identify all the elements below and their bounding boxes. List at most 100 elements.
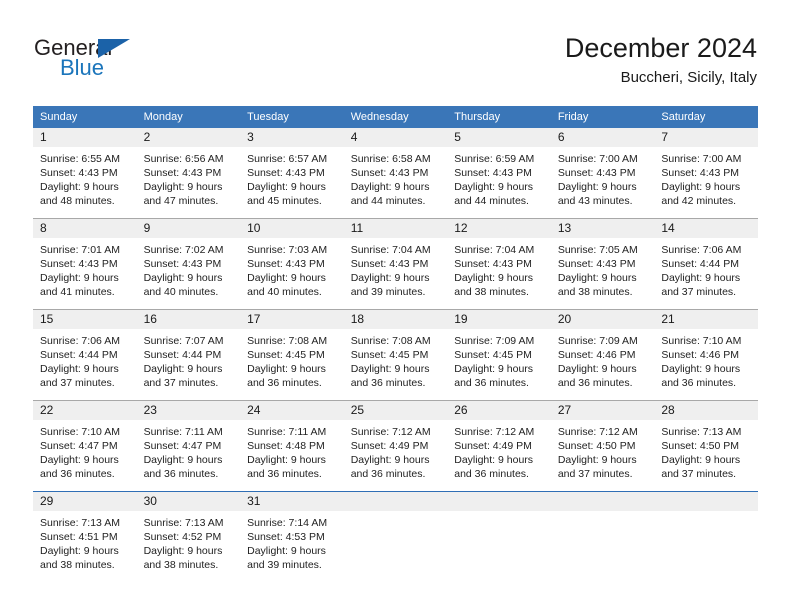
sunset-text: Sunset: 4:43 PM [557, 167, 636, 179]
calendar-day-cell[interactable]: 11 Sunrise: 7:04 AM Sunset: 4:43 PM Dayligh… [343, 218, 448, 310]
day-number: 21 [654, 310, 758, 329]
calendar-day-cell[interactable]: 15 Sunrise: 7:06 AM Sunset: 4:44 PM Dayligh… [33, 309, 137, 401]
calendar-day-cell[interactable]: 16 Sunrise: 7:07 AM Sunset: 4:44 PM Dayligh… [136, 309, 241, 401]
sunrise-text: Sunrise: 7:10 AM [661, 335, 742, 347]
calendar-day-cell[interactable]: 3 Sunrise: 6:57 AM Sunset: 4:43 PM Daylight… [240, 128, 344, 219]
sunrise-text: Sunrise: 6:56 AM [143, 153, 224, 165]
calendar-day-cell[interactable]: 29 Sunrise: 7:13 AM Sunset: 4:51 PM Dayligh… [33, 491, 137, 582]
sunset-text: Sunset: 4:49 PM [454, 440, 532, 452]
calendar-day-cell[interactable]: 6 Sunrise: 7:00 AM Sunset: 4:43 PM Daylight… [550, 128, 655, 219]
daylight-text-line2: and 37 minutes. [143, 377, 219, 389]
calendar-day-cell[interactable]: 21 Sunrise: 7:10 AM Sunset: 4:46 PM Dayligh… [654, 309, 758, 401]
daylight-text-line1: Daylight: 9 hours [247, 272, 326, 284]
daylight-text-line2: and 40 minutes. [143, 286, 219, 298]
calendar-day-cell[interactable]: 31 Sunrise: 7:14 AM Sunset: 4:53 PM Dayligh… [240, 491, 344, 582]
calendar-grid: Sunday Monday Tuesday Wednesday Thursday… [33, 106, 758, 582]
daylight-text-line2: and 39 minutes. [247, 559, 322, 571]
calendar-day-cell[interactable]: 24 Sunrise: 7:11 AM Sunset: 4:48 PM Dayligh… [240, 400, 344, 492]
daylight-text-line1: Daylight: 9 hours [40, 181, 119, 193]
daylight-text-line2: and 36 minutes. [661, 377, 737, 389]
sunrise-text: Sunrise: 7:13 AM [40, 517, 120, 529]
day-details: Sunrise: 7:06 AM Sunset: 4:44 PM Daylight:… [33, 329, 137, 390]
sunset-text: Sunset: 4:52 PM [143, 531, 222, 543]
calendar-day-cell[interactable]: 26 Sunrise: 7:12 AM Sunset: 4:49 PM Dayligh… [447, 400, 551, 492]
day-details: Sunrise: 7:06 AM Sunset: 4:44 PM Daylight:… [654, 238, 758, 299]
calendar-day-cell[interactable]: 13 Sunrise: 7:05 AM Sunset: 4:43 PM Dayligh… [550, 218, 655, 310]
weekday-header-sunday: Sunday [33, 106, 137, 128]
daylight-text-line1: Daylight: 9 hours [661, 181, 741, 193]
calendar-day-cell[interactable]: 5 Sunrise: 6:59 AM Sunset: 4:43 PM Daylight… [447, 128, 551, 219]
day-number: 20 [550, 310, 655, 329]
weekday-header-tuesday: Tuesday [240, 106, 344, 128]
daylight-text-line1: Daylight: 9 hours [350, 363, 430, 375]
sunset-text: Sunset: 4:49 PM [350, 440, 429, 452]
calendar-day-cell[interactable]: 4 Sunrise: 6:58 AM Sunset: 4:43 PM Daylight… [343, 128, 448, 219]
calendar-day-cell-empty [343, 491, 448, 582]
sunrise-text: Sunrise: 7:08 AM [247, 335, 328, 347]
calendar-day-cell[interactable]: 9 Sunrise: 7:02 AM Sunset: 4:43 PM Daylight… [136, 218, 241, 310]
calendar-day-cell[interactable]: 28 Sunrise: 7:13 AM Sunset: 4:50 PM Dayligh… [654, 400, 758, 492]
day-number: 7 [654, 128, 758, 147]
day-number: 30 [136, 492, 241, 511]
sunset-text: Sunset: 4:46 PM [661, 349, 740, 361]
sunset-text: Sunset: 4:45 PM [454, 349, 532, 361]
calendar-day-cell[interactable]: 17 Sunrise: 7:08 AM Sunset: 4:45 PM Dayligh… [240, 309, 344, 401]
sunrise-text: Sunrise: 7:03 AM [247, 244, 328, 256]
calendar-day-cell[interactable]: 23 Sunrise: 7:11 AM Sunset: 4:47 PM Dayligh… [136, 400, 241, 492]
daylight-text-line2: and 36 minutes. [557, 377, 633, 389]
calendar-day-cell[interactable]: 8 Sunrise: 7:01 AM Sunset: 4:43 PM Daylight… [33, 218, 137, 310]
calendar-day-cell[interactable]: 25 Sunrise: 7:12 AM Sunset: 4:49 PM Dayligh… [343, 400, 448, 492]
sunrise-text: Sunrise: 7:08 AM [350, 335, 431, 347]
calendar-day-cell[interactable]: 19 Sunrise: 7:09 AM Sunset: 4:45 PM Dayligh… [447, 309, 551, 401]
weekday-header-wednesday: Wednesday [343, 106, 448, 128]
page-subtitle: Buccheri, Sicily, Italy [620, 69, 757, 86]
calendar-day-cell[interactable]: 22 Sunrise: 7:10 AM Sunset: 4:47 PM Dayligh… [33, 400, 137, 492]
day-details: Sunrise: 7:00 AM Sunset: 4:43 PM Daylight:… [551, 147, 655, 208]
daylight-text-line2: and 37 minutes. [557, 468, 633, 480]
calendar-day-cell[interactable]: 30 Sunrise: 7:13 AM Sunset: 4:52 PM Dayligh… [136, 491, 241, 582]
daylight-text-line1: Daylight: 9 hours [143, 181, 223, 193]
daylight-text-line1: Daylight: 9 hours [350, 272, 430, 284]
sunset-text: Sunset: 4:53 PM [247, 531, 325, 543]
daylight-text-line2: and 38 minutes. [143, 559, 219, 571]
day-number [654, 492, 758, 511]
day-number: 18 [343, 310, 448, 329]
day-details: Sunrise: 7:04 AM Sunset: 4:43 PM Daylight:… [344, 238, 448, 299]
day-number [550, 492, 655, 511]
calendar-day-cell[interactable]: 10 Sunrise: 7:03 AM Sunset: 4:43 PM Dayligh… [240, 218, 344, 310]
day-number: 27 [550, 401, 655, 420]
calendar-day-cell[interactable]: 14 Sunrise: 7:06 AM Sunset: 4:44 PM Dayligh… [654, 218, 758, 310]
daylight-text-line2: and 48 minutes. [40, 195, 115, 207]
sunrise-text: Sunrise: 7:05 AM [557, 244, 638, 256]
sunset-text: Sunset: 4:43 PM [350, 258, 429, 270]
daylight-text-line1: Daylight: 9 hours [143, 454, 223, 466]
day-number: 1 [33, 128, 137, 147]
sunrise-text: Sunrise: 7:09 AM [454, 335, 535, 347]
day-number: 11 [343, 219, 448, 238]
daylight-text-line1: Daylight: 9 hours [247, 181, 326, 193]
calendar-day-cell[interactable]: 27 Sunrise: 7:12 AM Sunset: 4:50 PM Dayligh… [550, 400, 655, 492]
general-blue-logo[interactable]: General Blue [34, 36, 164, 84]
daylight-text-line2: and 36 minutes. [454, 468, 529, 480]
calendar-day-cell[interactable]: 20 Sunrise: 7:09 AM Sunset: 4:46 PM Dayligh… [550, 309, 655, 401]
day-number: 6 [550, 128, 655, 147]
calendar-day-cell[interactable]: 7 Sunrise: 7:00 AM Sunset: 4:43 PM Daylight… [654, 128, 758, 219]
sunset-text: Sunset: 4:43 PM [143, 167, 222, 179]
daylight-text-line2: and 41 minutes. [40, 286, 115, 298]
daylight-text-line1: Daylight: 9 hours [350, 181, 430, 193]
daylight-text-line1: Daylight: 9 hours [557, 454, 637, 466]
calendar-day-cell[interactable]: 12 Sunrise: 7:04 AM Sunset: 4:43 PM Dayligh… [447, 218, 551, 310]
daylight-text-line1: Daylight: 9 hours [143, 363, 223, 375]
day-details: Sunrise: 6:59 AM Sunset: 4:43 PM Daylight:… [447, 147, 551, 208]
calendar-day-cell[interactable]: 18 Sunrise: 7:08 AM Sunset: 4:45 PM Dayligh… [343, 309, 448, 401]
calendar-day-cell[interactable]: 1 Sunrise: 6:55 AM Sunset: 4:43 PM Daylight… [33, 128, 137, 219]
sunrise-text: Sunrise: 7:01 AM [40, 244, 120, 256]
day-number: 9 [136, 219, 241, 238]
calendar-day-cell[interactable]: 2 Sunrise: 6:56 AM Sunset: 4:43 PM Daylight… [136, 128, 241, 219]
daylight-text-line1: Daylight: 9 hours [454, 363, 534, 375]
day-number: 24 [240, 401, 344, 420]
daylight-text-line2: and 37 minutes. [661, 468, 737, 480]
sunrise-text: Sunrise: 6:58 AM [350, 153, 431, 165]
sunrise-text: Sunrise: 7:04 AM [454, 244, 535, 256]
day-details: Sunrise: 7:12 AM Sunset: 4:50 PM Daylight:… [551, 420, 655, 481]
